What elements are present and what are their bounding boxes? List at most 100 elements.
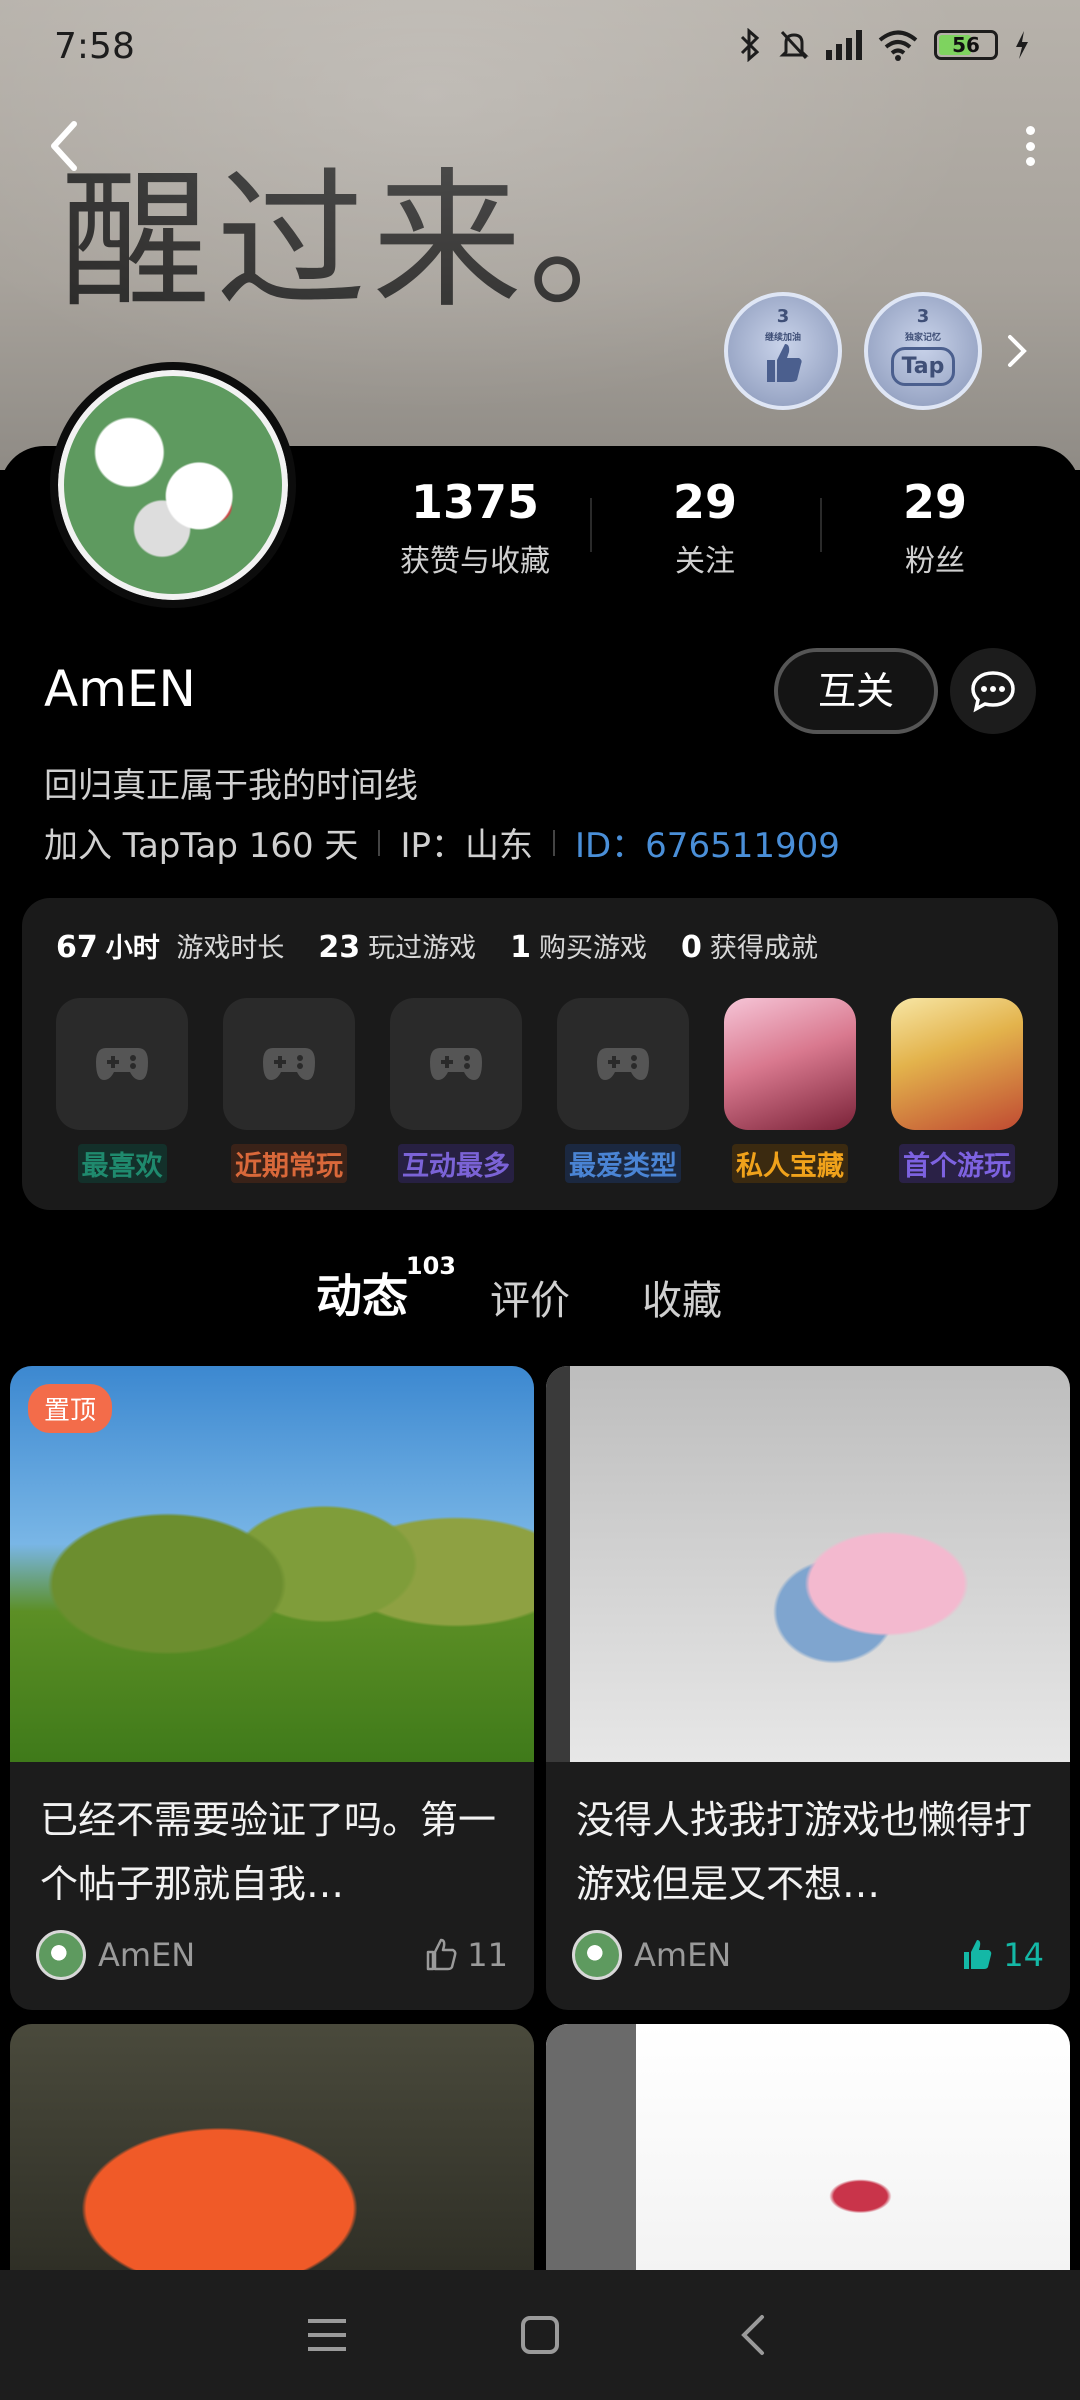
game-tiles: 最喜欢 近期常玩 互动最多 最爱类型 私人宝藏 首个游玩 <box>56 998 1023 1183</box>
post-card[interactable] <box>546 2024 1070 2270</box>
back-button[interactable] <box>44 118 84 174</box>
like-count: 11 <box>467 1936 508 1974</box>
status-bar: 7:58 56 <box>0 0 1080 96</box>
post-image <box>10 2024 534 2270</box>
game-tile-label: 近期常玩 <box>231 1144 347 1183</box>
badge-thumbs-up[interactable]: 3 继续加油 <box>724 292 842 410</box>
home-square-icon <box>520 2316 559 2354</box>
chat-bubble-icon <box>971 671 1015 713</box>
tab-collections[interactable]: 收藏 <box>642 1268 722 1326</box>
game-tile-label: 首个游玩 <box>899 1144 1015 1183</box>
ip-location: IP：山东 <box>400 826 533 866</box>
author-avatar[interactable] <box>36 1930 86 1980</box>
pinned-badge: 置顶 <box>28 1384 113 1433</box>
stat-value: 29 <box>672 475 737 529</box>
like-button[interactable]: 11 <box>423 1936 508 1974</box>
chevron-right-icon[interactable] <box>1004 331 1030 371</box>
more-options-button[interactable] <box>1020 126 1040 166</box>
game-tile-favorite[interactable]: 最喜欢 <box>56 998 188 1183</box>
user-meta: 加入 TapTap 160 天 IP：山东 ID：676511909 <box>44 818 840 867</box>
gamepad-icon <box>56 998 188 1130</box>
thumbs-up-icon <box>767 344 802 382</box>
game-tile-label: 私人宝藏 <box>732 1144 848 1183</box>
content-tabs: 动态 103 评价 收藏 <box>316 1252 722 1326</box>
charging-icon <box>1016 31 1028 59</box>
nav-menu-button[interactable] <box>297 2305 357 2365</box>
badge-level: 3 <box>776 306 790 327</box>
game-stat-purchased: 1 购买游戏 <box>510 930 647 965</box>
badge-row[interactable]: 3 继续加油 3 独家记忆 Tap <box>724 292 1030 410</box>
battery-level: 56 <box>952 33 980 57</box>
menu-icon <box>307 2319 346 2351</box>
stat-likes[interactable]: 1375 获赞与收藏 <box>360 472 590 582</box>
nav-home-button[interactable] <box>510 2305 570 2365</box>
post-card[interactable] <box>10 2024 534 2270</box>
mute-bell-icon <box>779 30 809 60</box>
author-avatar[interactable] <box>572 1930 622 1980</box>
gamepad-icon <box>557 998 689 1130</box>
stat-value: 29 <box>902 475 967 529</box>
stat-following[interactable]: 29 关注 <box>590 472 820 582</box>
post-author[interactable]: AmEN <box>98 1936 195 1974</box>
game-tile-label: 最喜欢 <box>77 1144 167 1183</box>
status-icons: 56 <box>738 28 1030 62</box>
stat-label: 粉丝 <box>905 544 965 579</box>
game-tile-label: 最爱类型 <box>565 1144 681 1183</box>
like-count: 14 <box>1003 1936 1044 1974</box>
avatar[interactable] <box>50 362 296 608</box>
joined-days: 加入 TapTap 160 天 <box>44 826 359 866</box>
game-tile-label: 互动最多 <box>398 1144 514 1183</box>
profile-stats: 1375 获赞与收藏 29 关注 29 粉丝 <box>360 472 1050 582</box>
post-card[interactable]: 没得人找我打游戏也懒得打游戏但是又不想… AmEN 14 <box>546 1366 1070 2010</box>
game-stat-played: 23 玩过游戏 <box>318 930 477 965</box>
message-button[interactable] <box>950 648 1036 734</box>
gamepad-icon <box>223 998 355 1130</box>
thumbs-up-icon <box>427 1938 457 1971</box>
tap-controller-icon: Tap <box>890 346 956 386</box>
post-card[interactable]: 置顶 已经不需要验证了吗。第一个帖子那就自我… AmEN 11 <box>10 1366 534 2010</box>
gamepad-icon <box>390 998 522 1130</box>
game-stats: 67 小时 游戏时长 23 玩过游戏 1 购买游戏 0 获得成就 <box>56 926 818 965</box>
game-stat-achievements: 0 获得成就 <box>680 930 818 965</box>
game-tile-most-interactive[interactable]: 互动最多 <box>390 998 522 1183</box>
post-image: 置顶 <box>10 1366 534 1762</box>
bluetooth-icon <box>740 28 760 62</box>
game-tile-favorite-genre[interactable]: 最爱类型 <box>557 998 689 1183</box>
system-nav-bar <box>0 2270 1080 2400</box>
user-id[interactable]: ID：676511909 <box>575 818 840 867</box>
post-footer: AmEN 14 <box>572 1928 1044 1982</box>
badge-caption: 独家记忆 <box>904 333 941 343</box>
post-footer: AmEN 11 <box>36 1928 508 1982</box>
signal-icon <box>826 30 862 60</box>
back-chevron-icon <box>741 2315 765 2355</box>
post-image <box>546 2024 1070 2270</box>
wifi-icon <box>878 30 918 61</box>
post-title: 已经不需要验证了吗。第一个帖子那就自我… <box>40 1798 497 1906</box>
status-time: 7:58 <box>54 26 135 67</box>
game-cover-image <box>724 998 856 1130</box>
badge-level: 3 <box>916 306 930 327</box>
post-author[interactable]: AmEN <box>634 1936 731 1974</box>
game-tile-private-treasure[interactable]: 私人宝藏 <box>724 998 856 1183</box>
thumbs-up-filled-icon <box>964 1940 992 1969</box>
game-summary-panel[interactable]: 67 小时 游戏时长 23 玩过游戏 1 购买游戏 0 获得成就 最喜欢 近期常玩 互动… <box>22 898 1058 1210</box>
like-button[interactable]: 14 <box>959 1936 1044 1974</box>
game-tile-recent[interactable]: 近期常玩 <box>223 998 355 1183</box>
tab-reviews[interactable]: 评价 <box>490 1268 570 1326</box>
user-bio: 回归真正属于我的时间线 <box>44 766 418 806</box>
badge-caption: 继续加油 <box>764 333 801 343</box>
stat-followers[interactable]: 29 粉丝 <box>820 472 1050 582</box>
tab-posts[interactable]: 动态 103 <box>316 1252 456 1326</box>
stat-label: 关注 <box>675 544 735 579</box>
stat-label: 获赞与收藏 <box>400 544 550 579</box>
game-stat-playtime: 67 小时 游戏时长 <box>56 930 285 965</box>
game-cover-image <box>891 998 1023 1130</box>
nav-back-button[interactable] <box>723 2305 783 2365</box>
game-tile-first-played[interactable]: 首个游玩 <box>891 998 1023 1183</box>
post-image <box>546 1366 1070 1762</box>
mutual-follow-button[interactable]: 互关 <box>774 648 938 734</box>
badge-tap[interactable]: 3 独家记忆 Tap <box>864 292 982 410</box>
banner-text: 醒过来。 <box>60 155 685 329</box>
tab-posts-count: 103 <box>405 1252 456 1280</box>
battery-icon: 56 <box>934 30 998 60</box>
